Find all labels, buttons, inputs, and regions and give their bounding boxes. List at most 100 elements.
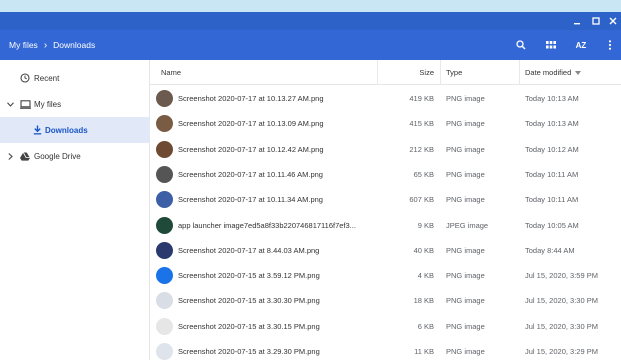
file-size: 40 KB bbox=[413, 245, 434, 255]
breadcrumb: My files › Downloads bbox=[9, 30, 95, 60]
computer-icon bbox=[19, 98, 31, 110]
column-divider[interactable] bbox=[519, 60, 520, 85]
file-name: Screenshot 2020-07-17 at 10.13.09 AM.png bbox=[178, 119, 324, 129]
chevron-down-icon[interactable] bbox=[6, 98, 14, 110]
file-thumbnail bbox=[156, 343, 173, 360]
file-name: Screenshot 2020-07-15 at 3.30.15 PM.png bbox=[178, 321, 320, 331]
close-icon bbox=[609, 17, 617, 25]
column-header-size[interactable]: Size bbox=[378, 60, 434, 85]
file-row[interactable]: Screenshot 2020-07-17 at 8.44.03 AM.png 4… bbox=[150, 238, 621, 263]
minimize-icon bbox=[574, 23, 580, 25]
file-row[interactable]: Screenshot 2020-07-17 at 10.13.09 AM.png… bbox=[150, 111, 621, 136]
more-menu-button[interactable] bbox=[600, 30, 620, 60]
file-name: Screenshot 2020-07-15 at 3.29.30 PM.png bbox=[178, 347, 320, 356]
file-size: 415 KB bbox=[409, 119, 434, 129]
file-thumbnail bbox=[156, 216, 173, 234]
file-date: Today 8:44 AM bbox=[525, 245, 575, 255]
column-header-name[interactable]: Name bbox=[161, 60, 181, 85]
close-button[interactable] bbox=[604, 12, 621, 30]
file-date: Today 10:05 AM bbox=[525, 220, 579, 230]
file-type: PNG image bbox=[446, 347, 485, 356]
file-row[interactable]: Screenshot 2020-07-15 at 3.59.12 PM.png 4… bbox=[150, 263, 621, 288]
file-type: JPEG image bbox=[446, 220, 489, 230]
sort-button[interactable]: AZ bbox=[570, 30, 592, 60]
file-date: Jul 15, 2020, 3:29 PM bbox=[525, 347, 598, 356]
minimize-button[interactable] bbox=[568, 12, 586, 30]
maximize-button[interactable] bbox=[587, 12, 605, 30]
breadcrumb-separator-icon: › bbox=[43, 39, 48, 51]
window-titlebar[interactable] bbox=[0, 12, 621, 30]
file-date: Today 10:11 AM bbox=[525, 195, 579, 205]
file-date: Today 10:11 AM bbox=[525, 169, 579, 179]
file-name: Screenshot 2020-07-17 at 10.11.34 AM.png bbox=[178, 195, 323, 205]
breadcrumb-my-files[interactable]: My files bbox=[9, 40, 38, 50]
file-row[interactable]: app launcher image7ed5a8f33b220746817116… bbox=[150, 213, 621, 238]
sidebar-item-label: Downloads bbox=[45, 125, 88, 135]
grid-view-icon bbox=[546, 41, 556, 49]
sidebar-item-label: Recent bbox=[34, 73, 60, 83]
file-size: 6 KB bbox=[417, 321, 434, 331]
file-size: 607 KB bbox=[409, 195, 434, 205]
file-thumbnail bbox=[156, 115, 173, 133]
sidebar-item-downloads[interactable]: Downloads bbox=[0, 117, 150, 143]
file-name: Screenshot 2020-07-15 at 3.59.12 PM.png bbox=[178, 271, 320, 281]
file-name: app launcher image7ed5a8f33b220746817116… bbox=[178, 220, 356, 230]
search-button[interactable] bbox=[510, 30, 532, 60]
file-type: PNG image bbox=[446, 271, 485, 281]
file-size: 4 KB bbox=[417, 271, 434, 281]
file-size: 11 KB bbox=[414, 347, 434, 356]
file-name: Screenshot 2020-07-17 at 10.12.42 AM.png bbox=[178, 144, 324, 154]
file-row[interactable]: Screenshot 2020-07-15 at 3.29.30 PM.png 1… bbox=[150, 339, 621, 364]
file-name: Screenshot 2020-07-17 at 8.44.03 AM.png bbox=[178, 245, 320, 255]
file-thumbnail bbox=[156, 165, 173, 183]
file-size: 65 KB bbox=[413, 169, 434, 179]
sidebar-item-google-drive[interactable]: Google Drive bbox=[0, 143, 150, 169]
column-divider[interactable] bbox=[440, 60, 441, 85]
column-header-type[interactable]: Type bbox=[446, 60, 462, 85]
file-type: PNG image bbox=[446, 321, 485, 331]
search-icon bbox=[516, 40, 526, 50]
file-thumbnail bbox=[156, 191, 173, 209]
file-thumbnail bbox=[156, 90, 173, 107]
file-date: Today 10:12 AM bbox=[525, 144, 579, 154]
file-date: Jul 15, 2020, 3:30 PM bbox=[525, 321, 598, 331]
file-row[interactable]: Screenshot 2020-07-15 at 3.30.15 PM.png 6… bbox=[150, 314, 621, 339]
file-type: PNG image bbox=[446, 119, 485, 129]
file-size: 9 KB bbox=[417, 220, 434, 230]
more-vert-icon bbox=[608, 40, 612, 50]
file-row[interactable]: Screenshot 2020-07-17 at 10.13.27 AM.png… bbox=[150, 86, 621, 111]
sidebar-item-recent[interactable]: Recent bbox=[0, 65, 150, 91]
column-header-date[interactable]: Date modified bbox=[525, 60, 582, 85]
file-size: 18 KB bbox=[413, 296, 434, 306]
file-row[interactable]: Screenshot 2020-07-17 at 10.11.34 AM.png… bbox=[150, 187, 621, 212]
sidebar-item-my-files[interactable]: My files bbox=[0, 91, 150, 117]
drive-icon bbox=[19, 150, 31, 162]
desktop-background bbox=[0, 0, 621, 12]
file-thumbnail bbox=[156, 317, 173, 335]
file-thumbnail bbox=[156, 292, 173, 310]
file-type: PNG image bbox=[446, 144, 485, 154]
file-name: Screenshot 2020-07-17 at 10.11.46 AM.png bbox=[178, 169, 323, 179]
file-size: 212 KB bbox=[409, 144, 434, 154]
grid-view-button[interactable] bbox=[540, 30, 562, 60]
download-icon bbox=[31, 124, 43, 136]
file-type: PNG image bbox=[446, 169, 485, 179]
file-date: Jul 15, 2020, 3:30 PM bbox=[525, 296, 598, 306]
breadcrumb-downloads[interactable]: Downloads bbox=[53, 40, 95, 50]
chevron-right-icon[interactable] bbox=[6, 150, 14, 162]
file-date: Today 10:13 AM bbox=[525, 94, 579, 103]
file-list: Name Size Type Date modified Screenshot … bbox=[150, 60, 621, 360]
file-type: PNG image bbox=[446, 94, 485, 103]
sort-arrow-down-icon bbox=[575, 70, 582, 75]
file-thumbnail bbox=[156, 140, 173, 158]
file-type: PNG image bbox=[446, 245, 485, 255]
sidebar-item-label: My files bbox=[34, 99, 62, 109]
file-thumbnail bbox=[156, 241, 173, 259]
file-name: Screenshot 2020-07-17 at 10.13.27 AM.png bbox=[178, 94, 324, 103]
file-row[interactable]: Screenshot 2020-07-15 at 3.30.30 PM.png 1… bbox=[150, 288, 621, 313]
file-name: Screenshot 2020-07-15 at 3.30.30 PM.png bbox=[178, 296, 320, 306]
file-row[interactable]: Screenshot 2020-07-17 at 10.11.46 AM.png… bbox=[150, 162, 621, 187]
file-row[interactable]: Screenshot 2020-07-17 at 10.12.42 AM.png… bbox=[150, 137, 621, 162]
app-toolbar: My files › Downloads AZ bbox=[0, 30, 621, 60]
sidebar: Recent My files Downloads Google Drive bbox=[0, 60, 150, 360]
